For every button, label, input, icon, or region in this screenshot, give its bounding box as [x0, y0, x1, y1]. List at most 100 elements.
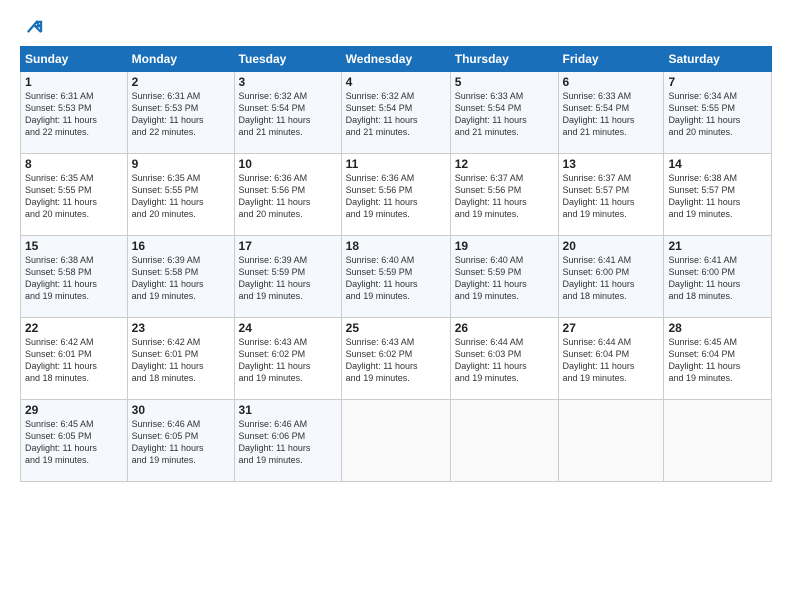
sunset-label: Sunset: 5:54 PM — [455, 103, 522, 113]
day-cell: 5 Sunrise: 6:33 AM Sunset: 5:54 PM Dayli… — [450, 72, 558, 154]
day-info: Sunrise: 6:44 AM Sunset: 6:03 PM Dayligh… — [455, 336, 554, 385]
daylight-label: Daylight: 11 hours — [668, 197, 740, 207]
day-number: 4 — [346, 75, 446, 89]
daylight-label: Daylight: 11 hours — [239, 197, 311, 207]
day-cell: 8 Sunrise: 6:35 AM Sunset: 5:55 PM Dayli… — [21, 154, 128, 236]
day-info: Sunrise: 6:34 AM Sunset: 5:55 PM Dayligh… — [668, 90, 767, 139]
daylight-minutes: and 19 minutes. — [239, 291, 303, 301]
day-cell: 15 Sunrise: 6:38 AM Sunset: 5:58 PM Dayl… — [21, 236, 128, 318]
day-info: Sunrise: 6:32 AM Sunset: 5:54 PM Dayligh… — [346, 90, 446, 139]
day-cell — [450, 400, 558, 482]
sunset-label: Sunset: 6:01 PM — [132, 349, 199, 359]
sunset-label: Sunset: 5:55 PM — [668, 103, 735, 113]
day-cell: 20 Sunrise: 6:41 AM Sunset: 6:00 PM Dayl… — [558, 236, 664, 318]
daylight-label: Daylight: 11 hours — [346, 115, 418, 125]
day-header-saturday: Saturday — [664, 47, 772, 72]
daylight-minutes: and 20 minutes. — [668, 127, 732, 137]
daylight-label: Daylight: 11 hours — [455, 361, 527, 371]
day-number: 8 — [25, 157, 123, 171]
day-info: Sunrise: 6:35 AM Sunset: 5:55 PM Dayligh… — [25, 172, 123, 221]
header — [20, 18, 772, 38]
sunrise-label: Sunrise: 6:44 AM — [563, 337, 632, 347]
daylight-minutes: and 19 minutes. — [563, 209, 627, 219]
day-info: Sunrise: 6:42 AM Sunset: 6:01 PM Dayligh… — [132, 336, 230, 385]
day-cell: 7 Sunrise: 6:34 AM Sunset: 5:55 PM Dayli… — [664, 72, 772, 154]
daylight-label: Daylight: 11 hours — [25, 197, 97, 207]
sunrise-label: Sunrise: 6:41 AM — [563, 255, 632, 265]
daylight-label: Daylight: 11 hours — [346, 279, 418, 289]
sunrise-label: Sunrise: 6:32 AM — [239, 91, 308, 101]
week-row-4: 22 Sunrise: 6:42 AM Sunset: 6:01 PM Dayl… — [21, 318, 772, 400]
daylight-minutes: and 19 minutes. — [346, 373, 410, 383]
daylight-minutes: and 20 minutes. — [132, 209, 196, 219]
day-info: Sunrise: 6:40 AM Sunset: 5:59 PM Dayligh… — [455, 254, 554, 303]
sunset-label: Sunset: 5:57 PM — [563, 185, 630, 195]
daylight-minutes: and 19 minutes. — [563, 373, 627, 383]
daylight-minutes: and 19 minutes. — [239, 455, 303, 465]
sunrise-label: Sunrise: 6:36 AM — [346, 173, 415, 183]
day-info: Sunrise: 6:39 AM Sunset: 5:59 PM Dayligh… — [239, 254, 337, 303]
day-number: 1 — [25, 75, 123, 89]
day-number: 26 — [455, 321, 554, 335]
day-cell: 22 Sunrise: 6:42 AM Sunset: 6:01 PM Dayl… — [21, 318, 128, 400]
week-row-1: 1 Sunrise: 6:31 AM Sunset: 5:53 PM Dayli… — [21, 72, 772, 154]
day-cell: 3 Sunrise: 6:32 AM Sunset: 5:54 PM Dayli… — [234, 72, 341, 154]
day-cell: 25 Sunrise: 6:43 AM Sunset: 6:02 PM Dayl… — [341, 318, 450, 400]
day-number: 2 — [132, 75, 230, 89]
daylight-minutes: and 19 minutes. — [132, 291, 196, 301]
day-number: 11 — [346, 157, 446, 171]
day-number: 12 — [455, 157, 554, 171]
day-info: Sunrise: 6:37 AM Sunset: 5:56 PM Dayligh… — [455, 172, 554, 221]
sunset-label: Sunset: 6:00 PM — [668, 267, 735, 277]
sunrise-label: Sunrise: 6:39 AM — [132, 255, 201, 265]
day-number: 16 — [132, 239, 230, 253]
daylight-minutes: and 19 minutes. — [132, 455, 196, 465]
daylight-label: Daylight: 11 hours — [455, 279, 527, 289]
day-cell: 19 Sunrise: 6:40 AM Sunset: 5:59 PM Dayl… — [450, 236, 558, 318]
day-cell: 23 Sunrise: 6:42 AM Sunset: 6:01 PM Dayl… — [127, 318, 234, 400]
daylight-label: Daylight: 11 hours — [563, 279, 635, 289]
sunrise-label: Sunrise: 6:31 AM — [25, 91, 94, 101]
daylight-label: Daylight: 11 hours — [346, 361, 418, 371]
day-number: 27 — [563, 321, 660, 335]
daylight-minutes: and 19 minutes. — [239, 373, 303, 383]
daylight-label: Daylight: 11 hours — [668, 361, 740, 371]
day-info: Sunrise: 6:33 AM Sunset: 5:54 PM Dayligh… — [563, 90, 660, 139]
sunrise-label: Sunrise: 6:41 AM — [668, 255, 737, 265]
day-info: Sunrise: 6:44 AM Sunset: 6:04 PM Dayligh… — [563, 336, 660, 385]
sunrise-label: Sunrise: 6:44 AM — [455, 337, 524, 347]
day-info: Sunrise: 6:38 AM Sunset: 5:58 PM Dayligh… — [25, 254, 123, 303]
day-info: Sunrise: 6:37 AM Sunset: 5:57 PM Dayligh… — [563, 172, 660, 221]
sunset-label: Sunset: 5:54 PM — [563, 103, 630, 113]
daylight-minutes: and 18 minutes. — [563, 291, 627, 301]
day-header-thursday: Thursday — [450, 47, 558, 72]
day-cell: 18 Sunrise: 6:40 AM Sunset: 5:59 PM Dayl… — [341, 236, 450, 318]
day-number: 20 — [563, 239, 660, 253]
daylight-minutes: and 21 minutes. — [239, 127, 303, 137]
day-number: 6 — [563, 75, 660, 89]
daylight-minutes: and 18 minutes. — [25, 373, 89, 383]
day-number: 25 — [346, 321, 446, 335]
daylight-label: Daylight: 11 hours — [668, 115, 740, 125]
sunrise-label: Sunrise: 6:40 AM — [455, 255, 524, 265]
sunrise-label: Sunrise: 6:31 AM — [132, 91, 201, 101]
daylight-label: Daylight: 11 hours — [132, 361, 204, 371]
sunrise-label: Sunrise: 6:40 AM — [346, 255, 415, 265]
sunrise-label: Sunrise: 6:45 AM — [668, 337, 737, 347]
day-cell: 10 Sunrise: 6:36 AM Sunset: 5:56 PM Dayl… — [234, 154, 341, 236]
day-number: 15 — [25, 239, 123, 253]
sunrise-label: Sunrise: 6:42 AM — [25, 337, 94, 347]
day-number: 24 — [239, 321, 337, 335]
sunset-label: Sunset: 6:04 PM — [563, 349, 630, 359]
sunset-label: Sunset: 6:04 PM — [668, 349, 735, 359]
daylight-minutes: and 19 minutes. — [668, 209, 732, 219]
daylight-label: Daylight: 11 hours — [239, 115, 311, 125]
day-info: Sunrise: 6:45 AM Sunset: 6:04 PM Dayligh… — [668, 336, 767, 385]
day-info: Sunrise: 6:31 AM Sunset: 5:53 PM Dayligh… — [25, 90, 123, 139]
daylight-minutes: and 19 minutes. — [25, 455, 89, 465]
sunset-label: Sunset: 5:54 PM — [239, 103, 306, 113]
day-info: Sunrise: 6:42 AM Sunset: 6:01 PM Dayligh… — [25, 336, 123, 385]
day-number: 17 — [239, 239, 337, 253]
day-number: 18 — [346, 239, 446, 253]
sunset-label: Sunset: 5:58 PM — [132, 267, 199, 277]
